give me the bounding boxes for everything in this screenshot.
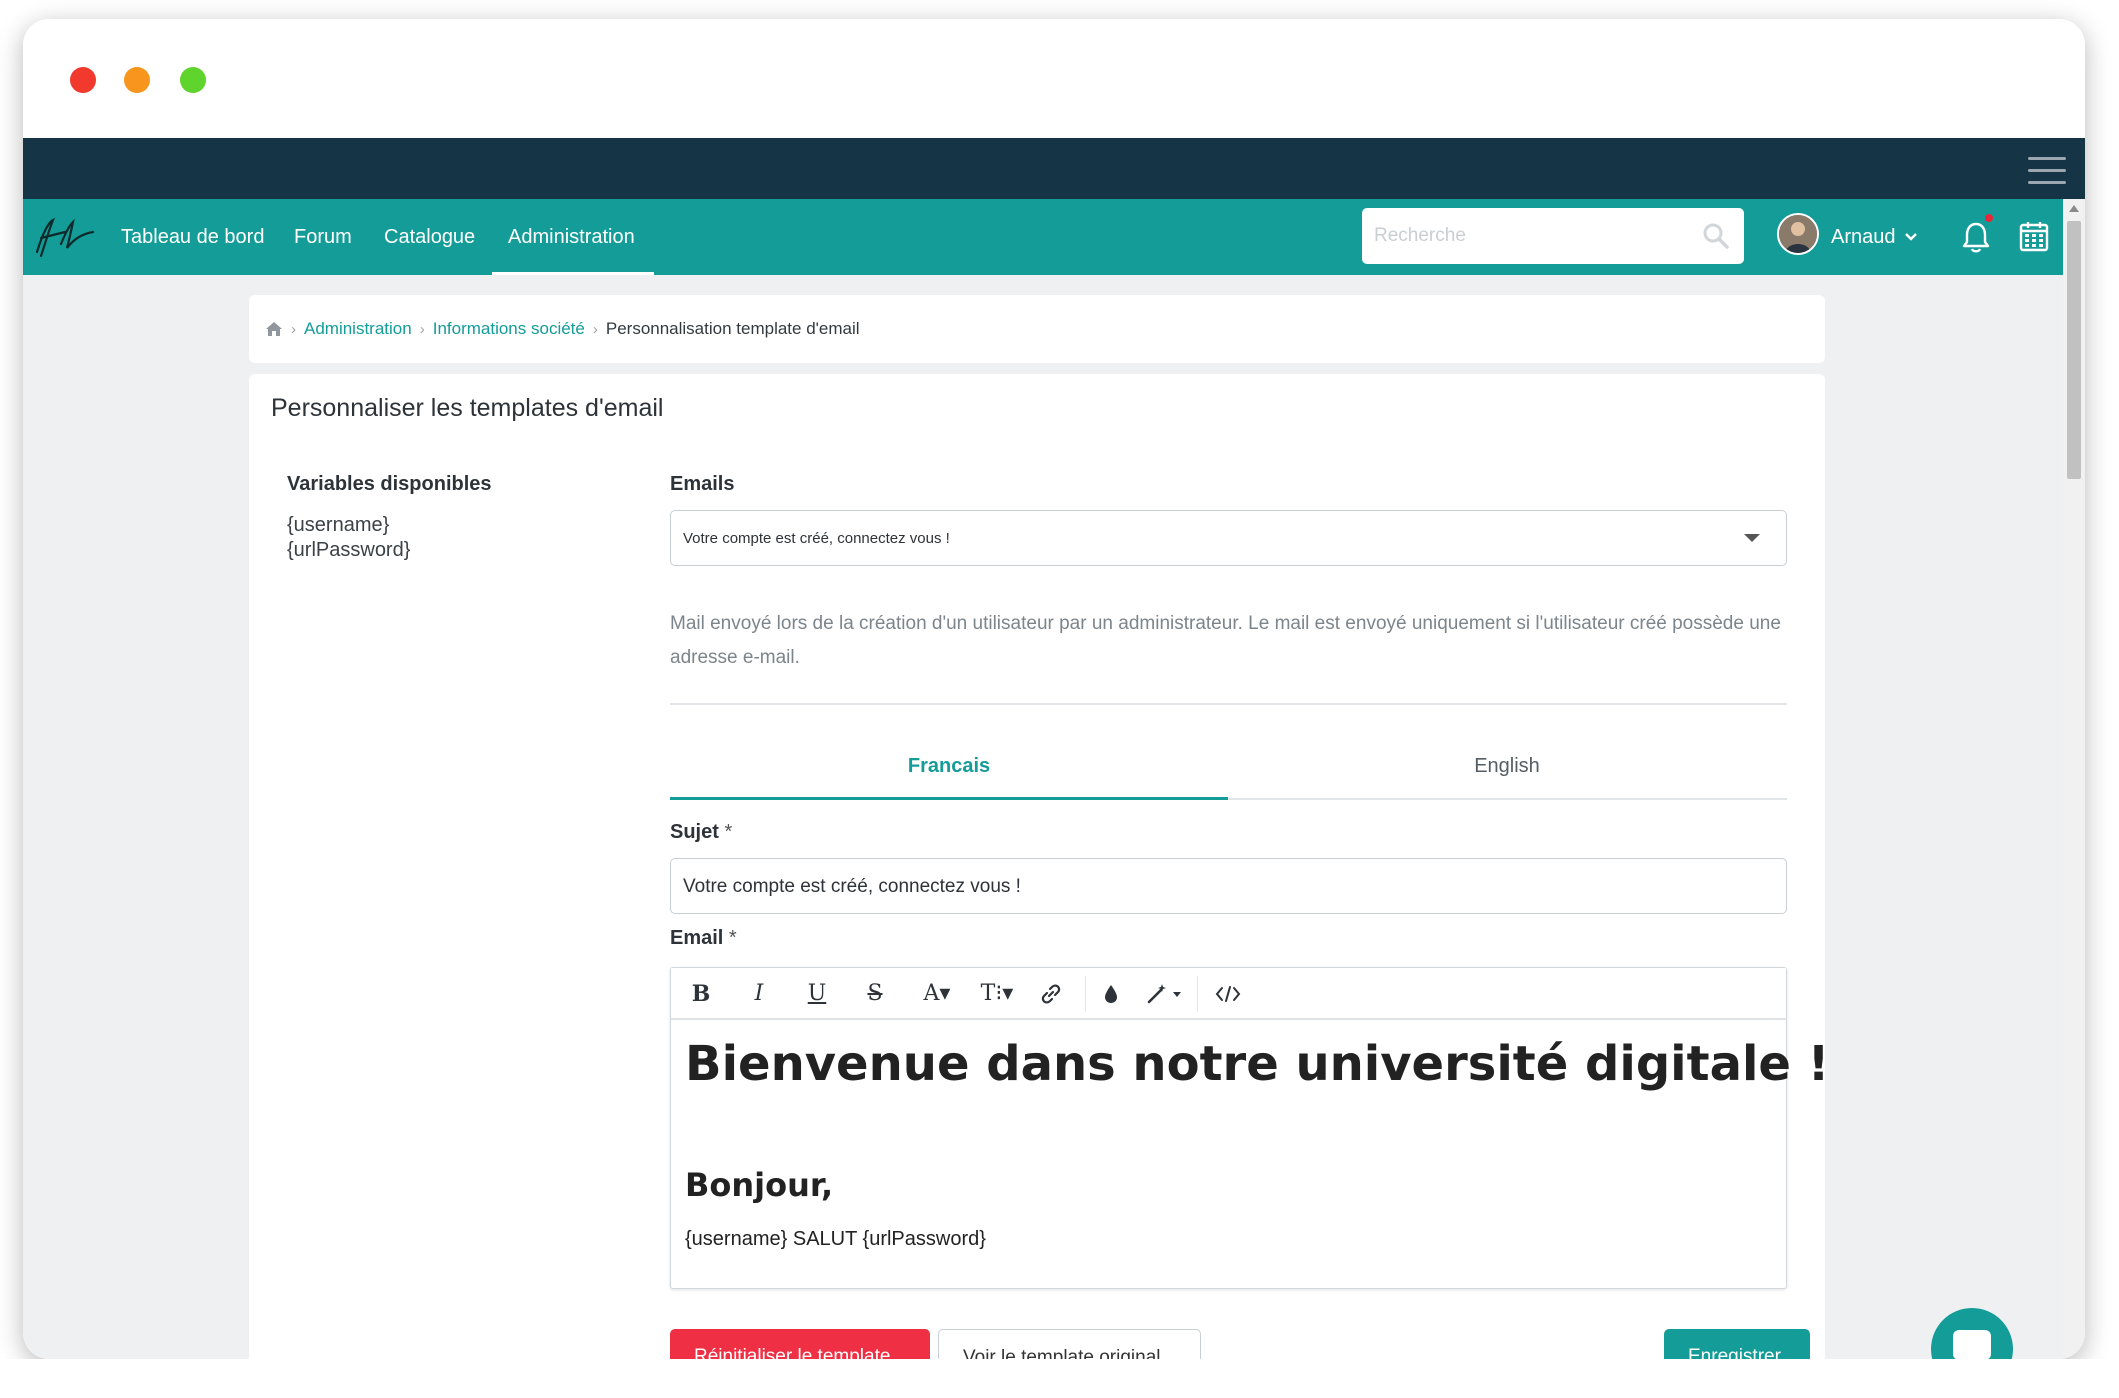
nav-forum[interactable]: Forum (294, 199, 352, 275)
email-description: Mail envoyé lors de la création d'un uti… (670, 613, 1781, 668)
logo-signature-icon[interactable] (31, 214, 101, 260)
subject-value: Votre compte est créé, connectez vous ! (683, 876, 1021, 897)
emails-label: Emails (670, 473, 735, 495)
color-drop-icon[interactable] (1101, 983, 1121, 1005)
user-name[interactable]: Arnaud (1831, 199, 1896, 275)
breadcrumb-current: Personnalisation template d'email (605, 319, 860, 338)
page-bottom-margin (0, 1359, 2119, 1398)
code-view-icon[interactable] (1215, 984, 1241, 1004)
rich-text-editor: B I U S A▾ T⁝▾ Bienvenue dans notre univ… (670, 967, 1830, 1289)
scroll-up-arrow-icon[interactable] (2069, 205, 2079, 212)
chevron-right-icon: › (291, 320, 296, 338)
underline-button[interactable]: U (799, 968, 835, 1020)
variable-urlpassword: {urlPassword} (287, 539, 411, 561)
page-title: Personnaliser les templates d'email (271, 394, 664, 422)
user-avatar[interactable] (1777, 213, 1819, 255)
save-button[interactable]: Enregistrer (1664, 1329, 1810, 1359)
page-content: › Administration › Informations société … (23, 275, 2063, 1359)
page-scrollbar[interactable] (2063, 199, 2085, 1359)
notification-badge (1983, 212, 1995, 224)
bold-button[interactable]: B (683, 968, 719, 1020)
italic-button[interactable]: I (741, 968, 777, 1020)
variables-title: Variables disponibles (287, 473, 492, 495)
breadcrumb-card: › Administration › Informations société … (249, 295, 1825, 363)
email-heading: Bienvenue dans notre université digitale… (685, 1036, 1830, 1092)
tab-english[interactable]: English (1228, 744, 1786, 800)
nav-catalogue[interactable]: Catalogue (384, 199, 475, 275)
subject-label-text: Sujet (670, 821, 719, 843)
required-mark: * (724, 821, 733, 843)
language-tabs: Francais English (670, 744, 1787, 800)
view-original-template-button[interactable]: Voir le template original (938, 1329, 1201, 1359)
subject-input[interactable]: Votre compte est créé, connectez vous ! (670, 858, 1787, 914)
window-titlebar (23, 19, 2085, 138)
breadcrumb: › Administration › Informations société … (265, 295, 860, 363)
breadcrumb-administration[interactable]: Administration (304, 319, 412, 339)
font-color-button[interactable]: A▾ (915, 968, 959, 1020)
chevron-right-icon: › (419, 320, 425, 338)
home-icon[interactable] (265, 321, 283, 337)
template-editor-card: Personnaliser les templates d'email Vari… (249, 374, 1830, 1359)
close-window-button[interactable] (70, 67, 96, 93)
strikethrough-button[interactable]: S (857, 968, 893, 1020)
maximize-window-button[interactable] (180, 67, 206, 93)
emails-selected-value: Votre compte est créé, connectez vous ! (683, 530, 950, 547)
search-box (1362, 208, 1744, 264)
email-label-text: Email (670, 927, 724, 949)
main-navbar: Tableau de bord Forum Catalogue Administ… (23, 199, 2063, 275)
browser-window: Tableau de bord Forum Catalogue Administ… (23, 19, 2085, 1359)
font-size-button[interactable]: T⁝▾ (973, 968, 1021, 1020)
email-body-text: {username} SALUT {urlPassword} (685, 1228, 986, 1250)
top-bar (23, 138, 2085, 199)
notification-bell-icon[interactable] (1960, 220, 1992, 254)
search-input[interactable] (1374, 208, 1694, 264)
email-label: Email * (670, 927, 737, 950)
editor-toolbar: B I U S A▾ T⁝▾ (671, 968, 1786, 1020)
nav-tableau-de-bord[interactable]: Tableau de bord (121, 199, 264, 275)
subject-label: Sujet * (670, 821, 732, 844)
chevron-down-icon[interactable] (1903, 229, 1919, 245)
toolbar-separator (1197, 976, 1198, 1012)
search-icon[interactable] (1702, 222, 1730, 250)
nav-administration[interactable]: Administration (492, 199, 654, 275)
required-mark: * (728, 927, 737, 949)
email-subheading: Bonjour, (685, 1166, 834, 1204)
calendar-icon[interactable] (2019, 220, 2049, 252)
breadcrumb-informations-societe[interactable]: Informations société (433, 319, 585, 339)
scrollbar-thumb[interactable] (2067, 221, 2081, 479)
minimize-window-button[interactable] (124, 67, 150, 93)
magic-wand-icon[interactable] (1145, 982, 1185, 1006)
emails-select[interactable]: Votre compte est créé, connectez vous ! (670, 510, 1787, 566)
chevron-right-icon: › (592, 320, 598, 338)
tab-francais[interactable]: Francais (670, 744, 1228, 800)
link-icon[interactable] (1039, 982, 1063, 1006)
hamburger-menu-icon[interactable] (2028, 157, 2066, 185)
chat-bubble-icon (1953, 1330, 1991, 1360)
reset-template-button[interactable]: Réinitialiser le template (670, 1329, 930, 1359)
divider (670, 703, 1787, 705)
variable-username: {username} (287, 514, 390, 536)
toolbar-separator (1085, 976, 1086, 1012)
caret-down-icon (1744, 534, 1760, 542)
